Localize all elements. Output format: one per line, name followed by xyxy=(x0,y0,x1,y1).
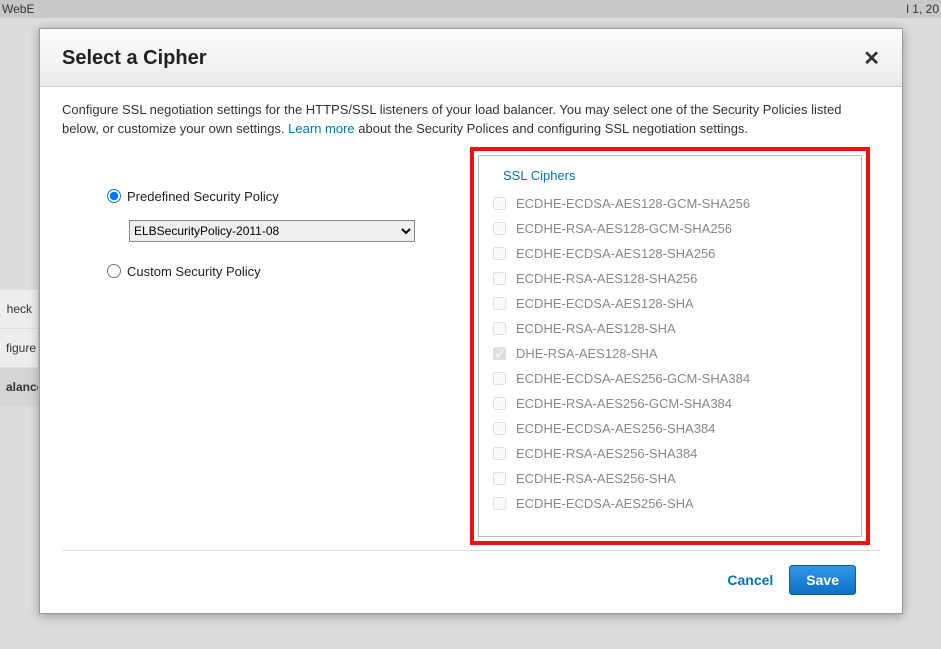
intro-text: Configure SSL negotiation settings for t… xyxy=(62,101,880,139)
modal-header: Select a Cipher ✕ xyxy=(40,29,902,87)
radio-predefined[interactable] xyxy=(107,189,121,203)
modal-title: Select a Cipher xyxy=(62,47,207,70)
cipher-label: ECDHE-ECDSA-AES128-SHA xyxy=(516,296,694,311)
cipher-checkbox[interactable] xyxy=(493,197,506,210)
cancel-button[interactable]: Cancel xyxy=(727,572,773,588)
cipher-item[interactable]: ECDHE-RSA-AES128-SHA256 xyxy=(489,266,857,291)
cipher-checkbox[interactable] xyxy=(493,422,506,435)
cipher-checkbox[interactable] xyxy=(493,322,506,335)
cipher-item[interactable]: DHE-RSA-AES128-SHA xyxy=(489,341,857,366)
save-button[interactable]: Save xyxy=(789,565,856,595)
cipher-label: ECDHE-RSA-AES256-SHA xyxy=(516,471,676,486)
bg-top-left-text: WebE xyxy=(2,2,34,16)
modal-footer: Cancel Save xyxy=(62,550,880,613)
cipher-label: ECDHE-RSA-AES256-GCM-SHA384 xyxy=(516,396,732,411)
cipher-label: ECDHE-RSA-AES256-SHA384 xyxy=(516,446,697,461)
bg-side-item: heck xyxy=(0,290,38,329)
learn-more-link[interactable]: Learn more xyxy=(288,121,354,136)
cipher-item[interactable]: ECDHE-ECDSA-AES256-GCM-SHA384 xyxy=(489,366,857,391)
radio-predefined-row[interactable]: Predefined Security Policy xyxy=(107,189,422,204)
cipher-item[interactable]: ECDHE-RSA-AES128-SHA xyxy=(489,316,857,341)
bg-top-bar: WebE xyxy=(0,0,941,18)
cipher-label: ECDHE-RSA-AES128-SHA256 xyxy=(516,271,697,286)
cipher-item[interactable]: ECDHE-ECDSA-AES128-SHA256 xyxy=(489,241,857,266)
cipher-item[interactable]: ECDHE-RSA-AES256-GCM-SHA384 xyxy=(489,391,857,416)
bg-side-item: alance xyxy=(0,368,38,407)
radio-custom-row[interactable]: Custom Security Policy xyxy=(107,264,422,279)
cipher-item[interactable]: ECDHE-RSA-AES256-SHA xyxy=(489,466,857,491)
cipher-label: ECDHE-ECDSA-AES256-GCM-SHA384 xyxy=(516,371,750,386)
radio-predefined-label: Predefined Security Policy xyxy=(127,189,279,204)
cipher-checkbox[interactable] xyxy=(493,497,506,510)
bg-sidebar: heckfigurealance xyxy=(0,290,38,407)
cipher-item[interactable]: ECDHE-ECDSA-AES256-SHA xyxy=(489,491,857,516)
cipher-checkbox[interactable] xyxy=(493,222,506,235)
cipher-checkbox[interactable] xyxy=(493,247,506,260)
cipher-checkbox[interactable] xyxy=(493,372,506,385)
cipher-item[interactable]: ECDHE-ECDSA-AES128-SHA xyxy=(489,291,857,316)
cipher-label: ECDHE-RSA-AES128-GCM-SHA256 xyxy=(516,221,732,236)
cipher-item[interactable]: ECDHE-ECDSA-AES128-GCM-SHA256 xyxy=(489,191,857,216)
cipher-list-header: SSL Ciphers xyxy=(489,164,857,191)
cipher-label: ECDHE-ECDSA-AES256-SHA xyxy=(516,496,694,511)
cipher-checkbox[interactable] xyxy=(493,447,506,460)
bg-top-right-text: l 1, 20 xyxy=(906,2,939,16)
cipher-checkbox[interactable] xyxy=(493,397,506,410)
cipher-item[interactable]: ECDHE-RSA-AES128-GCM-SHA256 xyxy=(489,216,857,241)
radio-custom-label: Custom Security Policy xyxy=(127,264,261,279)
cipher-checkbox[interactable] xyxy=(493,472,506,485)
intro-part2: about the Security Polices and configuri… xyxy=(355,121,748,136)
cipher-label: ECDHE-RSA-AES128-SHA xyxy=(516,321,676,336)
cipher-checkbox[interactable] xyxy=(493,347,506,360)
cipher-label: DHE-RSA-AES128-SHA xyxy=(516,346,658,361)
cipher-item[interactable]: ECDHE-ECDSA-AES256-SHA384 xyxy=(489,416,857,441)
cipher-checkbox[interactable] xyxy=(493,297,506,310)
cipher-label: ECDHE-ECDSA-AES256-SHA384 xyxy=(516,421,715,436)
modal-body: Configure SSL negotiation settings for t… xyxy=(40,87,902,550)
cipher-checkbox[interactable] xyxy=(493,272,506,285)
close-icon[interactable]: ✕ xyxy=(863,49,880,69)
policy-options: Predefined Security Policy ELBSecurityPo… xyxy=(62,159,422,289)
bg-side-item: figure xyxy=(0,329,38,368)
policy-select[interactable]: ELBSecurityPolicy-2011-08 xyxy=(129,220,415,242)
cipher-modal: Select a Cipher ✕ Configure SSL negotiat… xyxy=(39,28,903,614)
cipher-item[interactable]: ECDHE-RSA-AES256-SHA384 xyxy=(489,441,857,466)
cipher-label: ECDHE-ECDSA-AES128-GCM-SHA256 xyxy=(516,196,750,211)
cipher-label: ECDHE-ECDSA-AES128-SHA256 xyxy=(516,246,715,261)
cipher-list: ECDHE-ECDSA-AES128-GCM-SHA256 ECDHE-RSA-A… xyxy=(489,191,857,516)
cipher-list-panel[interactable]: SSL Ciphers ECDHE-ECDSA-AES128-GCM-SHA25… xyxy=(478,155,862,537)
radio-custom[interactable] xyxy=(107,264,121,278)
